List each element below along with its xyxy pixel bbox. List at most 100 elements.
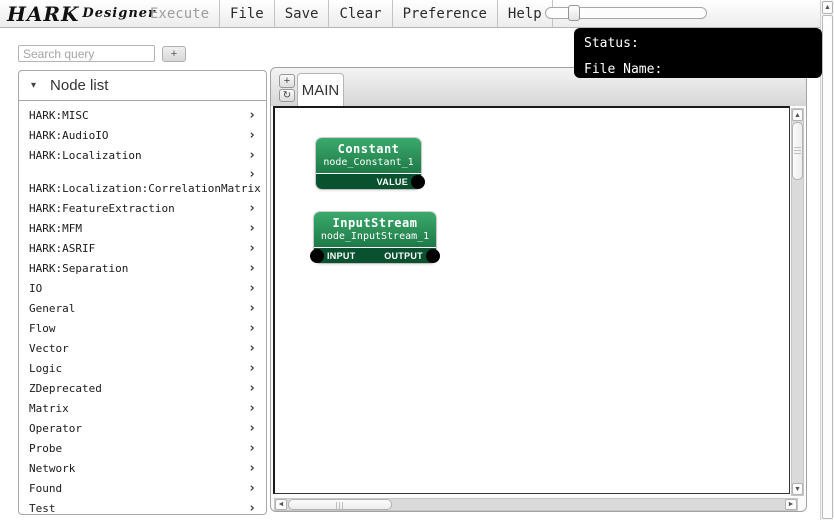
save-button[interactable]: Save xyxy=(275,0,330,27)
flow-node-inputstream[interactable]: InputStreamnode_InputStream_1INPUTOUTPUT xyxy=(314,212,436,263)
node-ports-strip: VALUE xyxy=(316,173,421,189)
node-list-item[interactable]: HARK:Localization:CorrelationMatrix› xyxy=(19,165,266,198)
file-name-label: File Name: xyxy=(584,62,822,77)
chevron-right-icon: › xyxy=(248,282,256,295)
node-category-label: HARK:MFM xyxy=(29,222,82,235)
status-label: Status: xyxy=(584,36,822,51)
node-category-label: Logic xyxy=(29,362,62,375)
node-instance-name: node_InputStream_1 xyxy=(314,231,436,242)
node-list-item[interactable]: HARK:AudioIO › xyxy=(19,125,266,145)
add-search-button[interactable]: + xyxy=(162,46,186,62)
chevron-right-icon: › xyxy=(248,129,256,142)
node-list-item[interactable]: Found› xyxy=(19,478,266,498)
node-instance-name: node_Constant_1 xyxy=(316,157,421,168)
node-header: Constantnode_Constant_1 xyxy=(316,138,421,173)
scroll-right-icon[interactable]: ► xyxy=(785,499,797,510)
logo-hark: HARK xyxy=(7,2,79,26)
file-button[interactable]: File xyxy=(220,0,275,27)
canvas-horizontal-scrollbar[interactable]: ◄ ► xyxy=(274,498,798,511)
node-list-item[interactable]: Operator › xyxy=(19,418,266,438)
scroll-left-icon[interactable]: ◄ xyxy=(275,499,287,510)
hark-designer-app: HARK Designer Execute File Save Clear Pr… xyxy=(0,0,834,520)
main-panel: + ↻ MAIN Constantnode_Constant_1VALUEInp… xyxy=(270,67,807,512)
node-list-item[interactable]: Network› xyxy=(19,458,266,478)
chevron-right-icon: › xyxy=(248,222,256,235)
page-scrollbar-thumb[interactable] xyxy=(822,15,833,519)
flow-node-constant[interactable]: Constantnode_Constant_1 VALUE xyxy=(316,138,421,189)
scroll-down-icon[interactable]: ▼ xyxy=(792,483,803,495)
node-category-label: ZDeprecated xyxy=(29,382,102,395)
node-category-label: HARK:Separation xyxy=(29,262,128,275)
execute-button[interactable]: Execute xyxy=(140,0,220,27)
add-sheet-button[interactable]: + xyxy=(279,74,295,88)
node-category-label: Operator xyxy=(29,422,82,435)
toolbar: HARK Designer Execute File Save Clear Pr… xyxy=(0,0,820,28)
tab-main[interactable]: MAIN xyxy=(297,73,344,106)
scroll-up-icon[interactable]: ▲ xyxy=(822,1,833,14)
scrollbar-grip-icon xyxy=(794,147,801,155)
node-category-label: Found xyxy=(29,482,62,495)
node-list-item[interactable]: Vector › xyxy=(19,338,266,358)
app-logo: HARK Designer xyxy=(0,0,140,27)
node-list-item[interactable]: HARK:FeatureExtraction› xyxy=(19,198,266,218)
collapse-arrow-icon[interactable]: ▾ xyxy=(31,80,36,91)
node-list-item[interactable]: IO› xyxy=(19,278,266,298)
search-input[interactable] xyxy=(18,45,155,62)
chevron-right-icon: › xyxy=(248,362,256,375)
node-ports-strip: INPUT OUTPUT xyxy=(314,247,436,263)
node-category-label: HARK:AudioIO xyxy=(29,129,108,142)
chevron-right-icon: › xyxy=(248,262,256,275)
node-category-label: General xyxy=(29,302,75,315)
node-list-item[interactable]: HARK:MFM › xyxy=(19,218,266,238)
node-category-label: Probe xyxy=(29,442,62,455)
chevron-right-icon: › xyxy=(248,442,256,455)
chevron-right-icon: › xyxy=(248,302,256,315)
page-scrollbar[interactable]: ▲ xyxy=(820,0,834,520)
node-list-body: HARK:MISC › HARK:AudioIO › HARK:Localization… xyxy=(18,101,267,515)
node-list-title: Node list xyxy=(50,77,108,94)
output-port[interactable] xyxy=(426,249,440,263)
chevron-right-icon: › xyxy=(248,382,256,395)
node-category-label: HARK:ASRIF xyxy=(29,242,95,255)
output-port[interactable] xyxy=(411,175,425,189)
preference-button[interactable]: Preference xyxy=(393,0,498,27)
node-list-item[interactable]: Test › xyxy=(19,498,266,515)
vertical-scrollbar-thumb[interactable] xyxy=(792,122,803,180)
node-list-item[interactable]: HARK:ASRIF › xyxy=(19,238,266,258)
node-category-label: Flow xyxy=(29,322,56,335)
chevron-right-icon: › xyxy=(248,109,256,122)
node-list-item[interactable]: HARK:Localization› xyxy=(19,145,266,165)
node-category-label: Test xyxy=(29,502,56,515)
node-category-label: Vector xyxy=(29,342,69,355)
node-list-header[interactable]: ▾ Node list xyxy=(18,70,267,101)
patch-canvas[interactable]: Constantnode_Constant_1VALUEInputStreamn… xyxy=(273,106,790,494)
refresh-sheet-button[interactable]: ↻ xyxy=(279,89,295,102)
chevron-right-icon: › xyxy=(248,502,256,515)
node-list-item[interactable]: Matrix› xyxy=(19,398,266,418)
zoom-slider-handle[interactable] xyxy=(568,5,580,21)
node-list-item[interactable]: Logic › xyxy=(19,358,266,378)
input-port-label: INPUT xyxy=(327,251,356,261)
node-type-label: Constant xyxy=(316,138,421,156)
node-category-label: HARK:Localization xyxy=(29,149,142,162)
node-category-label: Matrix xyxy=(29,402,69,415)
node-category-label: HARK:MISC xyxy=(29,109,89,122)
scroll-up-icon[interactable]: ▲ xyxy=(792,109,803,121)
node-list-item[interactable]: HARK:Separation › xyxy=(19,258,266,278)
node-category-label: HARK:FeatureExtraction xyxy=(29,202,175,215)
node-list-item[interactable]: Probe › xyxy=(19,438,266,458)
chevron-right-icon: › xyxy=(248,242,256,255)
zoom-slider[interactable] xyxy=(545,7,707,19)
chevron-right-icon: › xyxy=(248,342,256,355)
node-list-item[interactable]: HARK:MISC › xyxy=(19,105,266,125)
node-list-item[interactable]: General › xyxy=(19,298,266,318)
clear-button[interactable]: Clear xyxy=(329,0,392,27)
horizontal-scrollbar-thumb[interactable] xyxy=(288,499,392,510)
chevron-right-icon: › xyxy=(248,422,256,435)
input-port[interactable] xyxy=(310,249,324,263)
node-list-item[interactable]: ZDeprecated › xyxy=(19,378,266,398)
output-port-label: VALUE xyxy=(377,177,408,187)
node-list-item[interactable]: Flow› xyxy=(19,318,266,338)
output-port-label: OUTPUT xyxy=(384,251,423,261)
canvas-vertical-scrollbar[interactable]: ▲ ▼ xyxy=(791,108,804,496)
